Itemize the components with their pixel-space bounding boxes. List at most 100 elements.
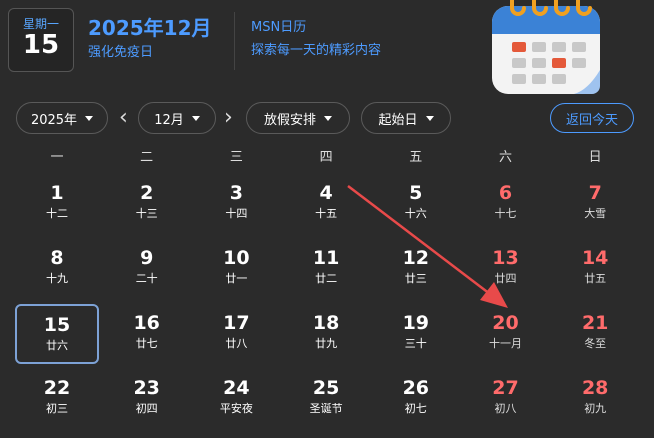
year-value: 2025年 — [30, 112, 78, 128]
today-date-box: 星期一 15 — [8, 8, 74, 72]
day-cell[interactable]: 18 廿九 — [284, 304, 368, 364]
caret-down-icon — [425, 115, 434, 121]
day-cell[interactable]: 2 十三 — [105, 174, 189, 234]
day-cell[interactable]: 11 廿二 — [284, 239, 368, 299]
day-number: 14 — [581, 247, 609, 269]
lunar-label: 廿八 — [225, 337, 248, 350]
lunar-label: 圣诞节 — [309, 402, 343, 415]
chevron-left-icon[interactable]: ‹ — [119, 104, 128, 132]
day-cell[interactable]: 27 初八 — [464, 369, 548, 429]
lunar-label: 廿九 — [315, 337, 338, 350]
lunar-label: 十七 — [494, 207, 517, 220]
day-number: 11 — [312, 247, 340, 269]
day-cell[interactable]: 4 十五 — [284, 174, 368, 234]
lunar-label: 初四 — [135, 402, 158, 415]
lunar-label: 廿三 — [404, 272, 427, 285]
chevron-right-icon[interactable]: › — [224, 104, 233, 132]
day-number: 19 — [402, 312, 430, 334]
day-number: 6 — [498, 182, 513, 204]
month-dropdown[interactable]: 12月 — [138, 102, 216, 134]
day-number: 13 — [492, 247, 519, 269]
day-number: 25 — [312, 377, 340, 399]
calendar-grid: 1 十二 2 十三 3 十四 4 十五 5 十六 6 十七 7 大雪 8 十九 9 二十 10 廿一 11 廿二 12 廿三 1… — [12, 174, 640, 438]
year-dropdown[interactable]: 2025年 — [16, 102, 108, 134]
day-number: 10 — [223, 247, 250, 269]
msn-calendar-subtitle[interactable]: 探索每一天的精彩内容 — [251, 43, 381, 59]
day-number: 18 — [312, 312, 340, 334]
start-day-dropdown[interactable]: 起始日 — [361, 102, 451, 134]
day-cell[interactable]: 13 廿四 — [464, 239, 548, 299]
weekday-label: 六 — [498, 150, 512, 165]
lunar-label: 十四 — [225, 207, 248, 220]
day-number: 2 — [140, 182, 154, 204]
lunar-label: 初八 — [494, 402, 517, 415]
day-cell[interactable]: 28 初九 — [553, 369, 637, 429]
day-number: 22 — [43, 377, 71, 399]
day-cell[interactable]: 25 圣诞节 — [284, 369, 368, 429]
date-title: 2025年12月 — [88, 16, 212, 40]
weekday-label: 星期一 — [22, 17, 59, 31]
day-cell[interactable]: 7 大雪 — [553, 174, 637, 234]
weekday-label: 三 — [229, 150, 243, 165]
lunar-label: 初七 — [404, 402, 427, 415]
caret-down-icon — [85, 115, 94, 121]
day-number: 4 — [319, 182, 333, 204]
day-cell[interactable]: 22 初三 — [15, 369, 99, 429]
day-number: 15 — [22, 30, 60, 60]
day-cell[interactable]: 6 十七 — [464, 174, 548, 234]
lunar-label: 十二 — [46, 207, 68, 220]
lunar-label: 廿六 — [46, 339, 68, 352]
day-cell[interactable]: 10 廿一 — [194, 239, 278, 299]
day-cell[interactable]: 17 廿八 — [194, 304, 278, 364]
day-cell[interactable]: 23 初四 — [105, 369, 189, 429]
caret-down-icon — [191, 115, 200, 121]
weekday-label: 日 — [588, 150, 602, 165]
day-number: 24 — [223, 377, 250, 399]
caret-down-icon — [324, 115, 332, 121]
lunar-label: 冬至 — [584, 337, 607, 350]
day-number: 16 — [133, 312, 160, 334]
day-number: 7 — [588, 182, 602, 204]
back-to-today-button[interactable]: 返回今天 — [550, 103, 634, 133]
festival-label: 强化免疫日 — [88, 45, 154, 60]
weekday-label: 二 — [140, 150, 154, 165]
msn-calendar-title[interactable]: MSN日历 — [251, 20, 306, 36]
day-cell[interactable]: 3 十四 — [194, 174, 278, 234]
day-cell[interactable]: 24 平安夜 — [194, 369, 278, 429]
day-cell[interactable]: 15 廿六 — [15, 304, 99, 364]
weekday-label: 五 — [409, 150, 423, 165]
day-cell[interactable]: 16 廿七 — [105, 304, 189, 364]
lunar-label: 平安夜 — [219, 402, 253, 415]
lunar-label: 十六 — [404, 207, 427, 220]
day-number: 28 — [581, 377, 609, 399]
day-number: 1 — [50, 182, 64, 204]
day-cell[interactable]: 5 十六 — [374, 174, 458, 234]
day-number: 27 — [492, 377, 519, 399]
day-cell[interactable]: 12 廿三 — [374, 239, 458, 299]
day-cell[interactable]: 21 冬至 — [553, 304, 637, 364]
weekday-label: 四 — [319, 150, 333, 165]
day-number: 9 — [140, 247, 154, 269]
day-number: 20 — [492, 312, 519, 334]
lunar-label: 初九 — [584, 402, 607, 415]
day-cell[interactable]: 26 初七 — [374, 369, 458, 429]
lunar-label: 廿一 — [225, 272, 248, 285]
day-cell[interactable]: 1 十二 — [15, 174, 99, 234]
lunar-label: 廿七 — [135, 337, 158, 350]
day-number: 21 — [581, 312, 609, 334]
day-cell[interactable]: 14 廿五 — [553, 239, 637, 299]
holiday-label: 放假安排 — [263, 112, 316, 128]
lunar-label: 初三 — [46, 402, 68, 415]
holiday-dropdown[interactable]: 放假安排 — [246, 102, 350, 134]
lunar-label: 大雪 — [584, 207, 607, 220]
lunar-label: 三十 — [404, 337, 427, 350]
day-cell[interactable]: 19 三十 — [374, 304, 458, 364]
day-number: 23 — [133, 377, 160, 399]
day-cell[interactable]: 8 十九 — [15, 239, 99, 299]
lunar-label: 廿五 — [584, 272, 607, 285]
lunar-label: 廿四 — [494, 272, 517, 285]
day-number: 12 — [402, 247, 430, 269]
day-cell[interactable]: 9 二十 — [105, 239, 189, 299]
day-cell[interactable]: 20 十一月 — [464, 304, 548, 364]
day-number: 15 — [43, 314, 71, 336]
